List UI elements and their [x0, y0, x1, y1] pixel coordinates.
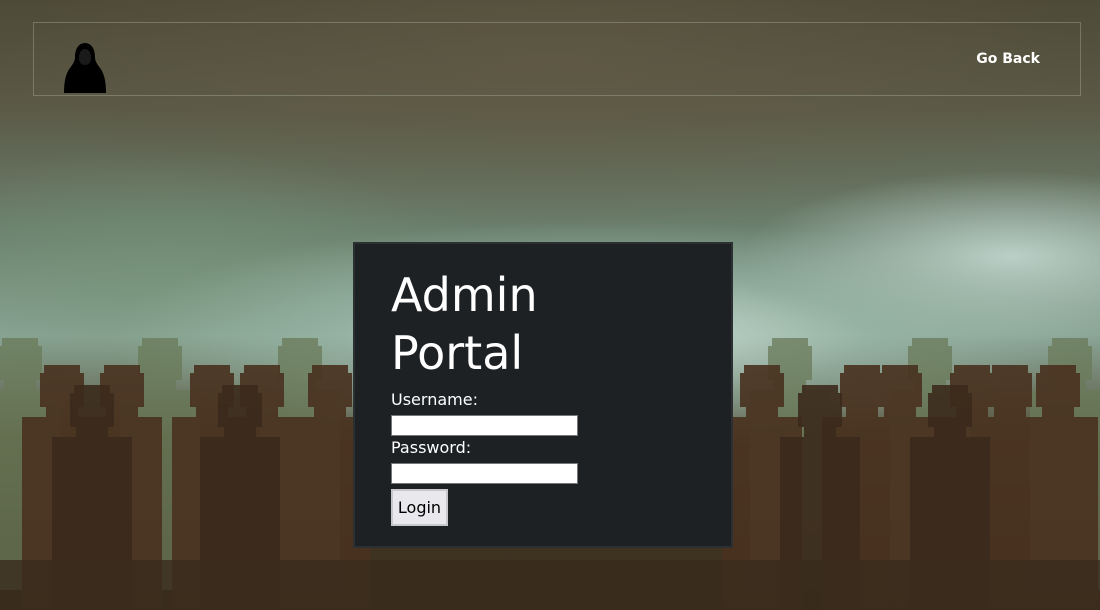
login-card: Admin Portal Username: Password: Login	[353, 242, 733, 548]
username-field[interactable]	[391, 415, 578, 436]
login-button[interactable]: Login	[391, 489, 448, 526]
top-navbar: Go Back	[33, 22, 1081, 96]
go-back-link[interactable]: Go Back	[976, 51, 1040, 67]
hooded-figure-icon[interactable]	[62, 41, 108, 93]
username-label: Username:	[391, 390, 478, 409]
password-field[interactable]	[391, 463, 578, 484]
password-label: Password:	[391, 438, 472, 457]
page-title: Admin Portal	[391, 268, 538, 380]
